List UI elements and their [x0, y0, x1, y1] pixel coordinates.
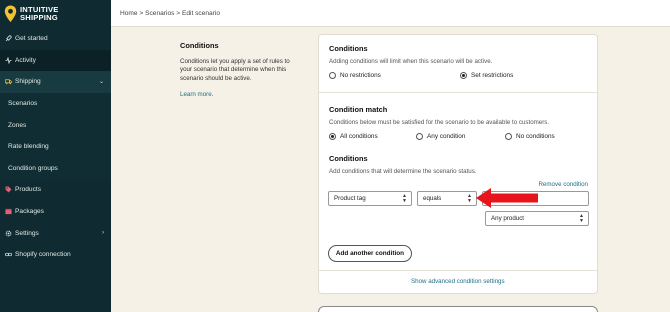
conditions-card: Conditions Adding conditions will limit …	[318, 34, 598, 294]
chevron-right-icon: ›	[102, 230, 104, 237]
tag-icon	[5, 186, 12, 193]
sidebar-item-label: Zones	[8, 121, 27, 129]
breadcrumb[interactable]: Home > Scenarios > Edit scenario	[120, 10, 220, 17]
top-bar: Home > Scenarios > Edit scenario	[111, 0, 670, 27]
radio-any-condition[interactable]: Any condition	[416, 133, 465, 140]
sidebar-item-settings[interactable]: Settings ›	[0, 222, 111, 244]
chevron-updown-icon: ▲ ▼	[402, 193, 407, 204]
radio-label: Set restrictions	[471, 72, 514, 79]
condition-field-select[interactable]: Product tag ▲ ▼	[328, 191, 412, 206]
sidebar-item-label: Condition groups	[8, 164, 58, 172]
radio-label: All conditions	[340, 133, 378, 140]
sidebar-item-scenarios[interactable]: Scenarios	[0, 93, 111, 115]
radio-label: No restrictions	[340, 72, 381, 79]
select-value: Product tag	[334, 195, 366, 202]
radio-button[interactable]	[329, 72, 336, 79]
radio-set-restrictions[interactable]: Set restrictions	[460, 72, 513, 79]
radio-label: Any condition	[427, 133, 466, 140]
location-pin-icon	[4, 5, 17, 22]
box-icon	[5, 208, 12, 215]
annotation-arrow-icon	[476, 188, 538, 208]
radio-all-conditions[interactable]: All conditions	[329, 133, 378, 140]
sidebar-item-packages[interactable]: Packages	[0, 201, 111, 223]
divider	[319, 270, 597, 271]
remove-condition-link[interactable]: Remove condition	[538, 181, 588, 188]
select-value: equals	[423, 195, 442, 202]
sidebar-item-shipping[interactable]: Shipping ⌄	[0, 71, 111, 93]
chevron-updown-icon: ▲ ▼	[579, 213, 584, 224]
radio-button[interactable]	[329, 133, 336, 140]
section-title: Conditions	[329, 44, 368, 53]
chevron-down-icon: ⌄	[98, 79, 104, 86]
radio-label: No conditions	[516, 133, 555, 140]
advanced-settings-link[interactable]: Show advanced condition settings	[411, 278, 505, 285]
description-text: Conditions let you apply a set of rules …	[180, 58, 290, 82]
chevron-updown-icon: ▲ ▼	[467, 193, 472, 204]
link-icon	[5, 251, 12, 258]
description-title: Conditions	[180, 41, 219, 50]
conditions-section: Conditions Adding conditions will limit …	[329, 44, 587, 65]
rules-section: Conditions Add conditions that will dete…	[329, 154, 587, 175]
sidebar-item-label: Get started	[15, 35, 48, 43]
brand-line-2: SHIPPING	[20, 13, 58, 22]
learn-more-link[interactable]: Learn more.	[180, 91, 213, 98]
section-title: Condition match	[329, 105, 388, 114]
truck-icon	[5, 78, 12, 85]
add-another-condition-button[interactable]: Add another condition	[328, 245, 412, 262]
section-subtitle: Conditions below must be satisfied for t…	[329, 119, 550, 126]
sidebar-item-get-started[interactable]: Get started	[0, 28, 111, 50]
gear-icon	[5, 230, 12, 237]
select-value: Any product	[491, 215, 525, 222]
rocket-icon	[5, 35, 12, 42]
sidebar-item-label: Activity	[15, 56, 36, 64]
condition-match-section: Condition match Conditions below must be…	[329, 105, 587, 126]
sidebar-item-label: Products	[15, 186, 42, 194]
sidebar-item-zones[interactable]: Zones	[0, 114, 111, 136]
sidebar-item-shopify-connection[interactable]: Shopify connection	[0, 244, 111, 266]
radio-button[interactable]	[460, 72, 467, 79]
sidebar: INTUITIVE SHIPPING Get started Activity …	[0, 0, 111, 312]
sidebar-item-label: Scenarios	[8, 100, 38, 108]
logo[interactable]: INTUITIVE SHIPPING	[0, 0, 111, 28]
next-card-edge	[318, 306, 598, 312]
radio-no-conditions[interactable]: No conditions	[505, 133, 555, 140]
sidebar-item-label: Packages	[15, 208, 44, 216]
section-subtitle: Adding conditions will limit when this s…	[329, 58, 493, 65]
sidebar-item-label: Settings	[15, 229, 39, 237]
sidebar-item-label: Shopify connection	[15, 251, 71, 259]
product-scope-select[interactable]: Any product ▲ ▼	[485, 211, 589, 226]
sidebar-item-products[interactable]: Products	[0, 179, 111, 201]
section-subtitle: Add conditions that will determine the s…	[329, 168, 477, 175]
sidebar-item-label: Shipping	[15, 78, 41, 86]
sidebar-item-activity[interactable]: Activity	[0, 49, 111, 72]
radio-no-restrictions[interactable]: No restrictions	[329, 72, 381, 79]
sidebar-item-condition-groups[interactable]: Condition groups	[0, 158, 111, 180]
shipping-submenu: Scenarios Zones Rate blending Condition …	[0, 92, 111, 180]
sidebar-item-label: Rate blending	[8, 143, 49, 151]
radio-button[interactable]	[505, 133, 512, 140]
conditions-description: Conditions Conditions let you apply a se…	[180, 41, 298, 101]
divider	[319, 92, 597, 93]
activity-icon	[5, 56, 12, 64]
sidebar-item-rate-blending[interactable]: Rate blending	[0, 136, 111, 158]
radio-button[interactable]	[416, 133, 423, 140]
condition-operator-select[interactable]: equals ▲ ▼	[417, 191, 477, 206]
section-title: Conditions	[329, 154, 368, 163]
